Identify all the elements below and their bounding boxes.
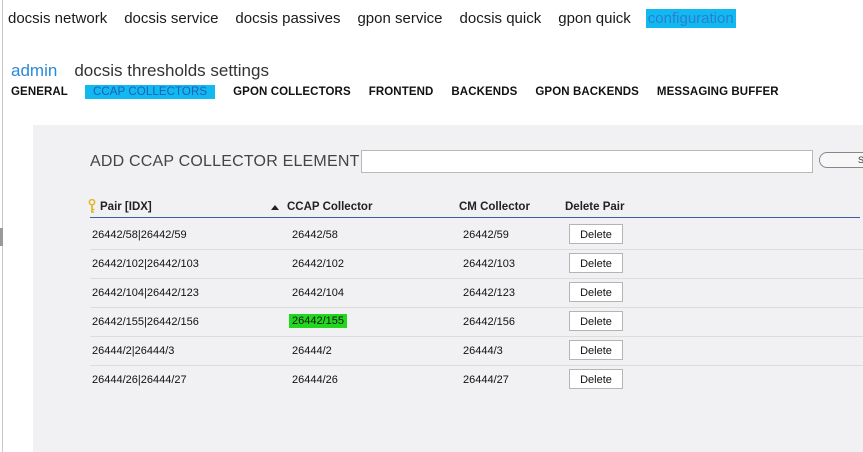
tab-backends[interactable]: BACKENDS — [451, 86, 517, 98]
delete-button[interactable]: Delete — [569, 311, 623, 331]
delete-button[interactable]: Delete — [569, 340, 623, 360]
sort-ascending-icon[interactable] — [271, 205, 279, 210]
table-row: 26442/58|26442/59 26442/58 26442/59 Dele… — [90, 221, 863, 250]
key-icon — [88, 199, 96, 213]
add-element-title: ADD CCAP COLLECTOR ELEMENT — [90, 153, 360, 170]
subheader: admin docsis thresholds settings — [11, 61, 269, 81]
ccap-collector-cell: 26444/26 — [292, 374, 338, 386]
pair-cell: 26444/2|26444/3 — [92, 345, 175, 357]
window-left-border — [2, 0, 3, 452]
tab-gpon-collectors[interactable]: GPON COLLECTORS — [233, 86, 351, 98]
tab-gpon-backends[interactable]: GPON BACKENDS — [535, 86, 639, 98]
table-row: 26442/155|26442/156 26442/155 26442/156 … — [90, 308, 863, 337]
cm-collector-cell: 26444/3 — [463, 345, 503, 357]
page-title: docsis thresholds settings — [74, 61, 269, 80]
cm-collector-cell: 26442/103 — [463, 258, 515, 270]
tab-messaging-buffer[interactable]: MESSAGING BUFFER — [657, 86, 779, 98]
ccap-collector-cell: 26444/2 — [292, 345, 332, 357]
tab-frontend[interactable]: FRONTEND — [369, 86, 434, 98]
ccap-collectors-panel: ADD CCAP COLLECTOR ELEMENT S Pair [IDX] … — [33, 125, 863, 452]
table-row: 26444/2|26444/3 26444/2 26444/3 Delete — [90, 337, 863, 366]
delete-button[interactable]: Delete — [569, 253, 623, 273]
pair-cell: 26442/102|26442/103 — [92, 258, 199, 270]
pair-cell: 26442/58|26442/59 — [92, 229, 187, 241]
top-nav: docsis network docsis service docsis pas… — [6, 7, 749, 29]
nav-gpon-quick[interactable]: gpon quick — [556, 9, 633, 28]
nav-docsis-network[interactable]: docsis network — [6, 9, 109, 28]
settings-tabs: GENERAL CCAP COLLECTORS GPON COLLECTORS … — [11, 84, 797, 99]
table-row: 26442/104|26442/123 26442/104 26442/123 … — [90, 279, 863, 308]
nav-docsis-service[interactable]: docsis service — [122, 9, 220, 28]
ccap-collector-cell: 26442/102 — [292, 258, 344, 270]
ccap-collector-cell-highlighted: 26442/155 — [289, 314, 347, 328]
ccap-collector-cell: 26442/58 — [292, 229, 338, 241]
column-header-cm-collector[interactable]: CM Collector — [459, 201, 530, 213]
tab-general[interactable]: GENERAL — [11, 86, 68, 98]
delete-button[interactable]: Delete — [569, 282, 623, 302]
column-header-pair[interactable]: Pair [IDX] — [100, 201, 152, 213]
nav-gpon-service[interactable]: gpon service — [355, 9, 444, 28]
ccap-collector-cell: 26442/104 — [292, 287, 344, 299]
save-button[interactable]: S — [819, 152, 863, 168]
column-header-ccap-collector[interactable]: CCAP Collector — [287, 201, 372, 213]
table-row: 26444/26|26444/27 26444/26 26444/27 Dele… — [90, 366, 863, 394]
cm-collector-cell: 26444/27 — [463, 374, 509, 386]
cm-collector-cell: 26442/59 — [463, 229, 509, 241]
column-header-delete-pair: Delete Pair — [565, 201, 625, 213]
pair-cell: 26442/104|26442/123 — [92, 287, 199, 299]
cm-collector-cell: 26442/123 — [463, 287, 515, 299]
pair-cell: 26444/26|26444/27 — [92, 374, 187, 386]
tab-ccap-collectors[interactable]: CCAP COLLECTORS — [84, 84, 216, 99]
nav-configuration[interactable]: configuration — [645, 8, 736, 28]
scroll-tick — [0, 228, 3, 246]
admin-link[interactable]: admin — [11, 61, 57, 81]
nav-docsis-quick[interactable]: docsis quick — [458, 9, 544, 28]
cm-collector-cell: 26442/156 — [463, 316, 515, 328]
header-divider — [90, 217, 860, 218]
table-row: 26442/102|26442/103 26442/102 26442/103 … — [90, 250, 863, 279]
nav-docsis-passives[interactable]: docsis passives — [233, 9, 342, 28]
delete-button[interactable]: Delete — [569, 224, 623, 244]
pair-cell: 26442/155|26442/156 — [92, 316, 199, 328]
delete-button[interactable]: Delete — [569, 369, 623, 389]
add-element-input[interactable] — [361, 150, 813, 173]
